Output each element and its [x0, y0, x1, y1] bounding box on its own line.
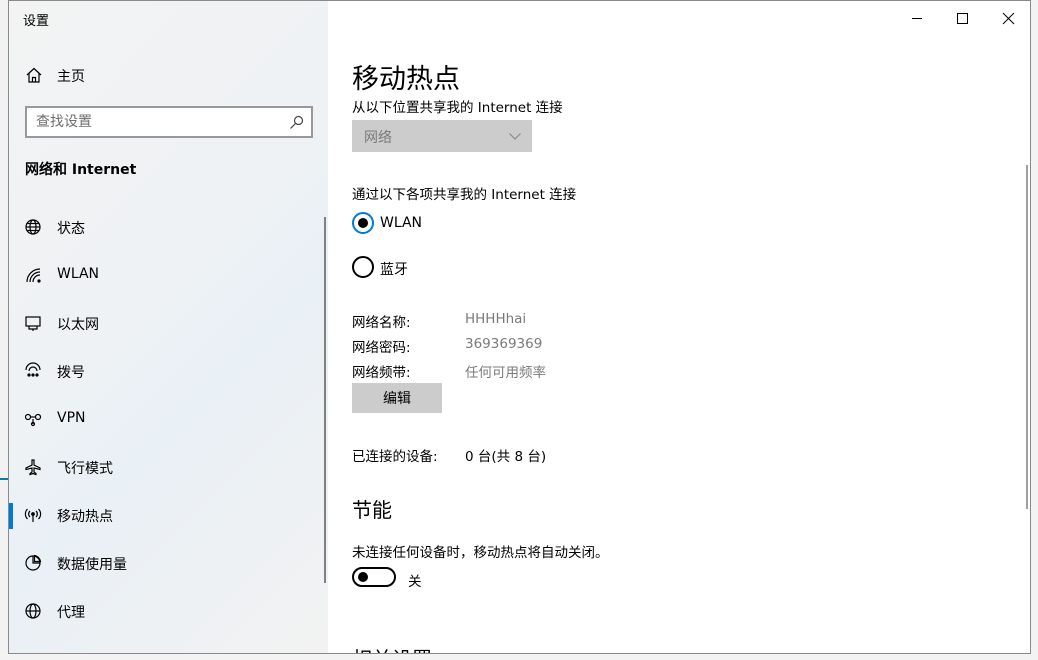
network-band-value: 任何可用频率 — [465, 365, 546, 381]
app-title: 设置 — [23, 14, 50, 29]
bluetooth-radio[interactable] — [352, 256, 374, 278]
sidebar-item-label: 状态 — [57, 221, 85, 237]
sidebar-item-vpn[interactable]: VPN — [9, 397, 328, 441]
sidebar-item-label: 数据使用量 — [57, 557, 127, 573]
hotspot-icon — [24, 508, 42, 522]
radio-dot — [358, 218, 368, 228]
sidebar-item-label: WLAN — [57, 266, 100, 282]
sidebar-item-mobile-hotspot[interactable]: 移动热点 — [9, 493, 328, 537]
network-password-value: 369369369 — [465, 336, 543, 352]
settings-window: 设置 主页 网络和 Internet 状态 WLAN — [8, 0, 1031, 654]
desktop-background-right — [1031, 0, 1038, 660]
airplane-icon — [25, 459, 41, 476]
power-saving-description: 未连接任何设备时，移动热点将自动关闭。 — [352, 545, 609, 561]
sidebar-item-label: 拨号 — [57, 365, 85, 381]
sidebar: 设置 主页 网络和 Internet 状态 WLAN — [9, 1, 328, 653]
share-from-dropdown[interactable]: 网络 — [352, 120, 532, 152]
power-saving-toggle-label: 关 — [408, 574, 422, 590]
sidebar-item-label: VPN — [57, 410, 86, 426]
power-saving-title: 节能 — [352, 498, 392, 522]
sidebar-item-ethernet[interactable]: 以太网 — [9, 301, 328, 345]
sidebar-item-dialup[interactable]: 拨号 — [9, 349, 328, 393]
sidebar-item-label: 移动热点 — [57, 509, 113, 525]
sidebar-item-status[interactable]: 状态 — [9, 205, 328, 249]
search-box — [25, 106, 313, 138]
search-icon[interactable] — [289, 115, 304, 130]
ethernet-icon — [25, 316, 41, 331]
data-usage-icon — [25, 554, 42, 571]
edit-button[interactable]: 编辑 — [352, 383, 442, 413]
sidebar-item-label: 以太网 — [57, 317, 99, 333]
section-title: 网络和 Internet — [25, 162, 137, 178]
chevron-down-icon — [509, 133, 521, 140]
network-band-key: 网络频带: — [352, 365, 411, 381]
dialup-icon — [25, 362, 41, 377]
close-icon[interactable] — [985, 7, 1031, 31]
network-password-key: 网络密码: — [352, 340, 411, 356]
wifi-icon — [26, 268, 41, 283]
home-icon — [26, 67, 42, 83]
network-name-value: HHHHhai — [465, 311, 527, 327]
globe-icon — [25, 219, 41, 235]
power-saving-toggle[interactable] — [352, 567, 396, 587]
bluetooth-radio-label[interactable]: 蓝牙 — [380, 259, 408, 279]
sidebar-item-label: 主页 — [57, 69, 85, 85]
page-title: 移动热点 — [352, 64, 460, 95]
sidebar-item-label: 飞行模式 — [57, 461, 113, 477]
sidebar-item-airplane[interactable]: 飞行模式 — [9, 445, 328, 489]
wlan-radio-label[interactable]: WLAN — [380, 215, 422, 231]
sidebar-item-proxy[interactable]: 代理 — [9, 589, 328, 633]
sidebar-item-wlan[interactable]: WLAN — [9, 253, 328, 297]
active-indicator — [9, 503, 13, 529]
toggle-knob — [358, 572, 368, 582]
minimize-icon[interactable] — [894, 7, 940, 31]
content-scrollbar[interactable] — [1026, 165, 1028, 509]
related-settings-title: 相关设置 — [352, 643, 432, 653]
main-content: 移动热点 从以下位置共享我的 Internet 连接 网络 通过以下各项共享我的… — [328, 1, 1031, 653]
dropdown-value: 网络 — [364, 130, 392, 146]
connected-devices-key: 已连接的设备: — [352, 449, 438, 465]
vpn-icon — [24, 413, 42, 427]
network-name-key: 网络名称: — [352, 315, 411, 331]
sidebar-scrollbar[interactable] — [324, 217, 326, 583]
sidebar-item-data-usage[interactable]: 数据使用量 — [9, 541, 328, 585]
proxy-globe-icon — [25, 603, 41, 619]
sidebar-item-label: 代理 — [57, 605, 85, 621]
connected-devices-value: 0 台(共 8 台) — [465, 449, 547, 465]
share-over-label: 通过以下各项共享我的 Internet 连接 — [352, 187, 577, 203]
sidebar-item-home[interactable]: 主页 — [9, 57, 328, 93]
share-from-label: 从以下位置共享我的 Internet 连接 — [352, 100, 563, 116]
wlan-radio[interactable] — [352, 212, 374, 234]
search-input[interactable] — [27, 108, 267, 136]
maximize-icon[interactable] — [939, 7, 985, 31]
